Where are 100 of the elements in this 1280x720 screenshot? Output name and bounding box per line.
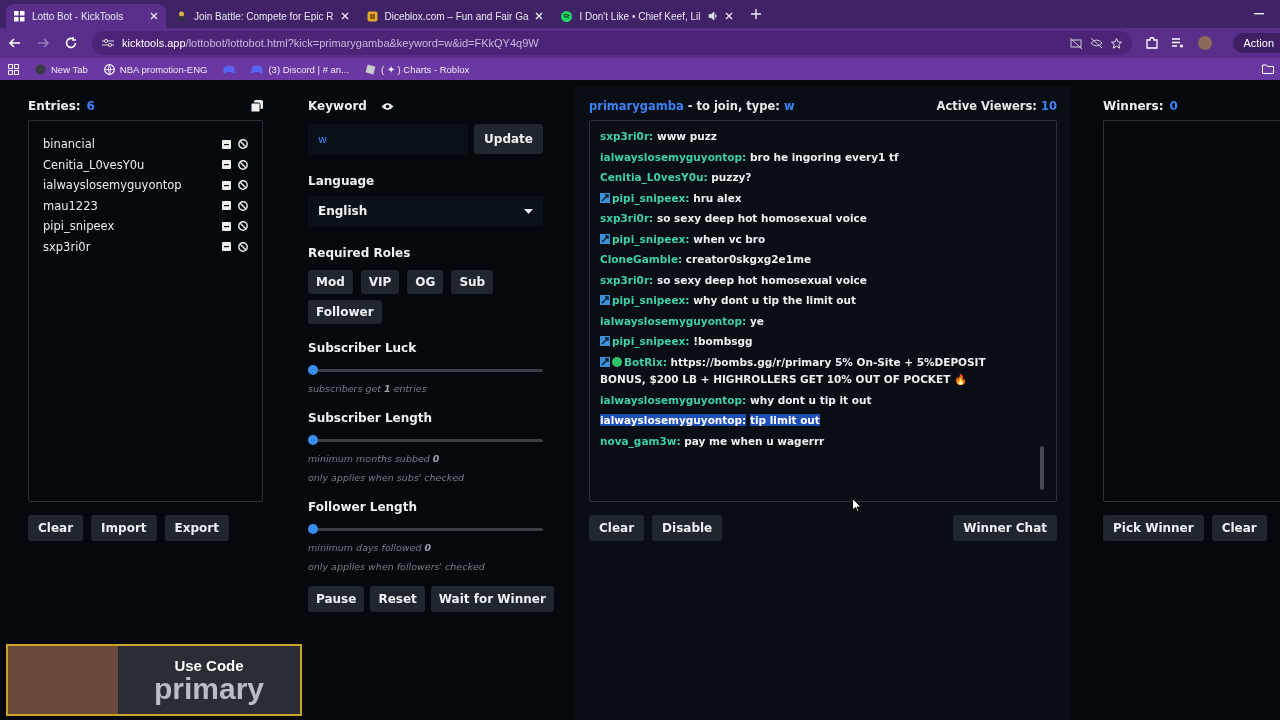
slider-label: Subscriber Luck <box>308 341 418 355</box>
speaker-icon[interactable] <box>707 11 718 21</box>
browser-tab[interactable]: I Don't Like • Chief Keef, Lil <box>553 4 741 28</box>
music-icon <box>561 10 573 22</box>
remove-icon[interactable] <box>222 201 231 211</box>
browser-tab[interactable]: Diceblox.com – Fun and Fair Ga <box>358 4 552 28</box>
chat-message: ialwayslosemyguyontop: bro he ingoring every1 tf <box>600 150 899 163</box>
slider-thumb[interactable] <box>308 365 318 375</box>
language-dropdown[interactable]: English <box>308 196 543 226</box>
close-icon[interactable] <box>535 12 544 20</box>
playlist-icon[interactable] <box>1172 38 1184 48</box>
remove-icon[interactable] <box>222 139 231 149</box>
promo-code: primary <box>153 673 265 704</box>
browser-tab[interactable]: Join Battle: Compete for Epic R <box>168 4 357 28</box>
folder-icon[interactable] <box>1262 64 1274 74</box>
winners-label: Winners: <box>1103 99 1164 113</box>
winner-chat-button[interactable]: Winner Chat <box>953 515 1057 541</box>
role-button[interactable]: OG <box>407 270 444 294</box>
entries-button[interactable]: Import <box>91 515 157 541</box>
chat-button[interactable]: Clear <box>589 515 645 541</box>
join-keyword: w <box>783 99 795 113</box>
keyword-label: Keyword <box>308 99 367 113</box>
update-button[interactable]: Update <box>474 124 543 154</box>
slider-hint: subscribers get 1 entries <box>308 383 428 394</box>
close-icon[interactable] <box>340 12 349 20</box>
apps-grid-icon[interactable] <box>8 63 19 75</box>
minimize-icon[interactable] <box>1254 13 1264 15</box>
entry-name: binancial <box>43 137 96 151</box>
ban-icon[interactable] <box>238 221 248 232</box>
action-button[interactable]: Action <box>1233 33 1280 53</box>
chat-message: pipi_snipeex: !bombsgg <box>612 335 753 347</box>
slider-thumb[interactable] <box>308 435 318 445</box>
back-icon[interactable] <box>8 36 22 50</box>
chat-message: sxp3ri0r: so sexy deep hot homosexual voice <box>600 273 867 286</box>
site-settings-icon[interactable] <box>102 38 114 48</box>
control-button[interactable]: Pause <box>308 586 365 612</box>
address-bar[interactable]: kicktools.app/lottobot/lottobot.html?kick=primarygamba&keyword=w&id=FKkQY4q9W <box>92 31 1132 55</box>
bookmark[interactable]: ( ✦ ) Charts - Roblox <box>381 63 470 75</box>
reload-icon[interactable] <box>64 36 78 50</box>
slider-hint: minimum months subbed 0 <box>308 453 441 464</box>
ban-icon[interactable] <box>238 139 248 149</box>
remove-icon[interactable] <box>222 221 231 231</box>
chat-message: ialwayslosemyguyontop: tip limit out <box>600 414 820 426</box>
entry-name: sxp3ri0r <box>43 239 92 254</box>
promo-text: Use Code <box>174 656 244 674</box>
winners-button[interactable]: Clear <box>1211 515 1267 541</box>
entries-button[interactable]: Clear <box>28 515 84 541</box>
close-icon[interactable] <box>724 12 733 20</box>
chat-message: ialwayslosemyguyontop: ye <box>600 314 764 327</box>
ban-icon[interactable] <box>238 241 248 252</box>
keyword-field[interactable]: w <box>308 124 469 154</box>
controller-icon <box>251 64 264 74</box>
remove-icon[interactable] <box>222 242 231 252</box>
role-button[interactable]: Follower <box>308 300 382 324</box>
chat-message: sxp3ri0r: www puzz <box>600 130 717 142</box>
controller-icon <box>223 64 236 74</box>
chat-message: nova_gam3w: pay me when u wagerrr <box>600 434 825 447</box>
caret-icon <box>524 208 533 214</box>
chat-button[interactable]: Disable <box>652 515 723 541</box>
eye-icon[interactable] <box>380 101 394 111</box>
viewers-label: Active Viewers: <box>936 99 1037 113</box>
close-icon[interactable] <box>150 12 158 20</box>
bookmark[interactable]: New Tab <box>51 63 88 75</box>
new-tab-icon[interactable] <box>750 9 761 19</box>
join-instruction: - to join, type: <box>687 99 780 113</box>
ban-icon[interactable] <box>238 180 248 191</box>
control-button[interactable]: Reset <box>370 586 425 612</box>
eye-off-icon[interactable] <box>1090 38 1103 48</box>
forward-icon[interactable] <box>36 36 50 50</box>
channel-name: primarygamba <box>589 99 684 113</box>
bookmark[interactable]: (3) Discord | # an... <box>268 63 350 75</box>
chat-message: Cenitia_L0vesY0u: puzzy? <box>600 171 752 183</box>
entries-count: 6 <box>86 99 95 113</box>
winners-button[interactable]: Pick Winner <box>1103 515 1204 541</box>
slider-hint: only applies when subs' checked <box>308 472 466 483</box>
ban-icon[interactable] <box>238 159 248 170</box>
control-button[interactable]: Wait for Winner <box>430 586 554 612</box>
browser-tab[interactable]: Lotto Bot - KickTools <box>6 4 166 28</box>
copy-icon[interactable] <box>251 100 263 112</box>
puzzle-icon[interactable] <box>1146 37 1158 49</box>
slider-thumb[interactable] <box>308 524 318 534</box>
star-icon[interactable] <box>1111 37 1122 49</box>
slider-hint: minimum days followed 0 <box>308 542 433 553</box>
role-button[interactable]: VIP <box>360 270 400 294</box>
entries-button[interactable]: Export <box>164 515 229 541</box>
role-button[interactable]: Sub <box>451 270 494 294</box>
bookmark[interactable]: NBA promotion-ENG <box>119 63 208 75</box>
slider-label: Subscriber Length <box>308 411 434 425</box>
entry-name: mau1223 <box>43 198 99 213</box>
chat-message: CloneGamble: creator0skgxg2e1me <box>600 253 812 265</box>
ban-icon[interactable] <box>238 200 248 211</box>
remove-icon[interactable] <box>222 180 231 190</box>
remove-icon[interactable] <box>222 160 231 170</box>
chat-message: pipi_snipeex: why dont u tip the limit out <box>612 294 857 306</box>
language-label: Language <box>308 174 376 188</box>
slider-hint: only applies when followers' checked <box>308 561 486 572</box>
entry-name: pipi_snipeex <box>43 219 116 234</box>
scrollbar[interactable] <box>1040 446 1044 490</box>
role-button[interactable]: Mod <box>308 270 353 294</box>
camera-off-icon[interactable] <box>1070 37 1082 49</box>
